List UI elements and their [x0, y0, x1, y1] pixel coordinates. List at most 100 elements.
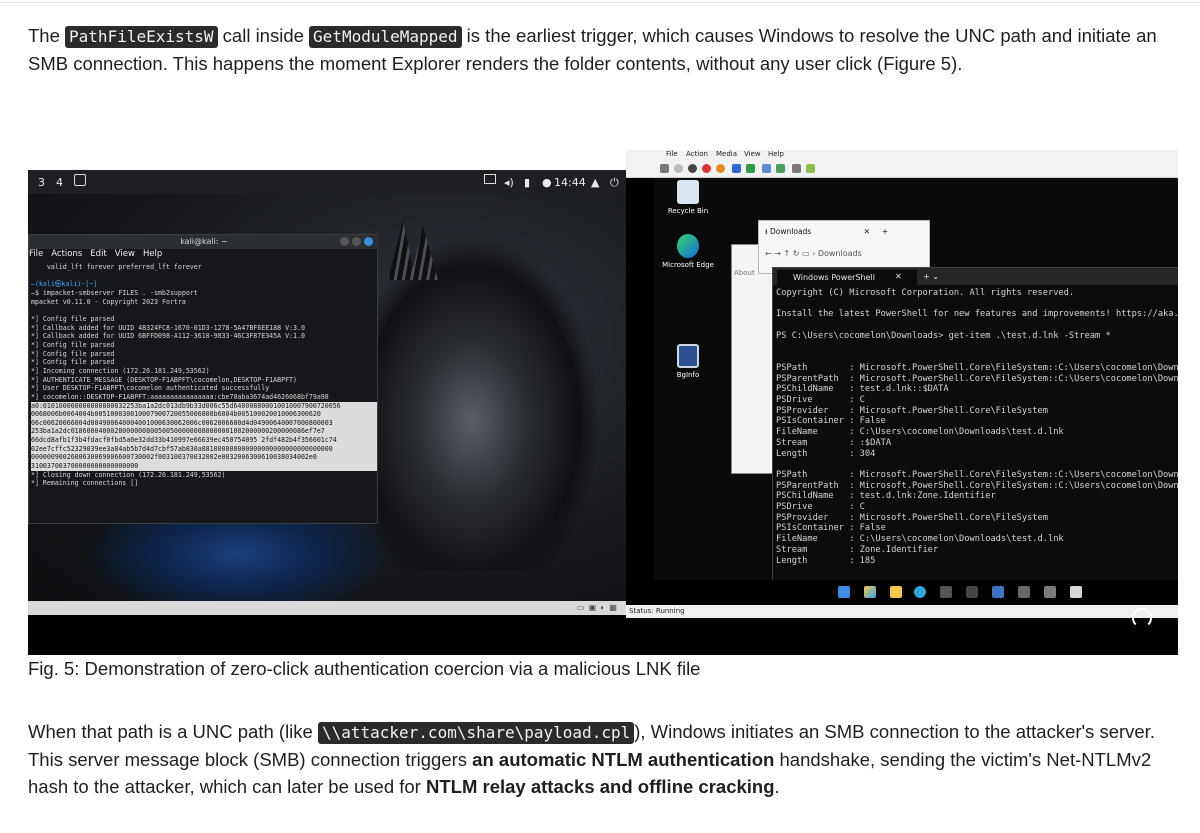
terminal-line: *] AUTHENTICATE_MESSAGE (DESKTOP-F1ABPFT…: [31, 375, 297, 384]
text-segment: The: [28, 25, 66, 46]
menu-actions[interactable]: Actions: [51, 249, 82, 259]
kali-bottom-bar: ▭ ▣ ◐ ▦: [28, 601, 626, 615]
pause-icon[interactable]: [732, 164, 741, 173]
powershell-line: PSPath : Microsoft.PowerShell.Core\FileS…: [776, 362, 1178, 373]
share-icon[interactable]: [806, 164, 815, 173]
app-icon[interactable]: [992, 586, 1004, 598]
shutdown-icon[interactable]: [702, 164, 711, 173]
kali-top-panel: 3 4 ◂) ▮ ● 14:44 ▲ ⏻: [28, 170, 626, 194]
text-segment: .: [774, 776, 780, 797]
workspace-3[interactable]: 3: [38, 176, 45, 189]
close-icon[interactable]: ✕: [864, 227, 870, 236]
terminal-line: *] Config file parsed: [31, 340, 115, 349]
powershell-line: Stream : Zone.Identifier: [776, 544, 939, 555]
clock[interactable]: 14:44: [554, 176, 586, 189]
powershell-line: PSParentPath : Microsoft.PowerShell.Core…: [776, 480, 1178, 491]
power-icon[interactable]: ⏻: [610, 176, 619, 190]
lock-icon[interactable]: ▲: [591, 176, 599, 189]
notification-icon[interactable]: ▮: [524, 176, 530, 189]
turnoff-icon[interactable]: [688, 164, 697, 173]
terminal-line: a0:010100000000000000032253ba1a2dc013db9…: [31, 401, 377, 411]
inline-code-unc-path: \\attacker.com\share\payload.cpl: [317, 722, 635, 744]
new-tab-icon[interactable]: + ⌄: [923, 272, 939, 281]
workspace-4[interactable]: 4: [56, 176, 63, 189]
vm-menu-view[interactable]: View: [744, 150, 761, 158]
edge-label: Microsoft Edge: [662, 261, 714, 269]
menu-file[interactable]: File: [29, 249, 43, 259]
kali-top-strip: [28, 150, 626, 170]
store-icon[interactable]: [940, 586, 952, 598]
kali-terminal-window[interactable]: kali@kali: ~ File Actions Edit View Help val…: [28, 234, 379, 524]
vm-menu-file[interactable]: File: [666, 150, 678, 158]
intro-paragraph: The PathFileExistsW call inside GetModul…: [28, 22, 1178, 77]
edge-icon: [677, 234, 699, 258]
downloads-address-bar[interactable]: ← → ↑ ↻ ▭ › Downloads: [765, 249, 862, 258]
bginfo-label: BgInfo: [676, 371, 700, 379]
widgets-icon[interactable]: [864, 586, 876, 598]
text-segment: call inside: [217, 25, 310, 46]
terminal-taskbar-icon[interactable]: [1070, 586, 1082, 598]
ctrl-alt-del-icon[interactable]: [660, 164, 669, 173]
terminal-output[interactable]: valid_lft forever preferred_lft forever …: [31, 263, 377, 488]
vm-menu-action[interactable]: Action: [686, 150, 708, 158]
enhanced-session-icon[interactable]: [792, 164, 801, 173]
screen-icon[interactable]: [484, 174, 496, 184]
powershell-line: PSProvider : Microsoft.PowerShell.Core\F…: [776, 405, 1048, 416]
menu-edit[interactable]: Edit: [90, 249, 106, 259]
kali-desktop: 3 4 ◂) ▮ ● 14:44 ▲ ⏻ kali@kali: ~ File Ac…: [28, 150, 626, 615]
powershell-line: PSParentPath : Microsoft.PowerShell.Core…: [776, 373, 1178, 384]
downloads-tab[interactable]: ⭳ Downloads ✕ +: [765, 226, 888, 239]
desktop-icon-edge[interactable]: Microsoft Edge: [658, 234, 718, 269]
checkpoint-icon[interactable]: [762, 164, 771, 173]
minimize-icon[interactable]: [340, 237, 349, 246]
app-icon[interactable]: [1018, 586, 1030, 598]
start-icon[interactable]: [838, 586, 850, 598]
menu-view[interactable]: View: [115, 249, 135, 259]
close-tab-icon[interactable]: ✕: [895, 272, 902, 281]
terminal-line: 66dcd8afb1f3b4fdacf0fbd5a0e32dd33b410997…: [31, 436, 377, 445]
powershell-line: FileName : C:\Users\cocomelon\Downloads\…: [776, 534, 1064, 545]
powershell-line: Stream : :$DATA: [776, 437, 892, 448]
windows-taskbar: [654, 580, 1178, 605]
close-icon[interactable]: [364, 237, 373, 246]
powershell-line: Install the latest PowerShell for new fe…: [776, 309, 1178, 320]
reset-icon[interactable]: [746, 164, 755, 173]
vm-menubar: File Action Media View Help: [626, 150, 1178, 160]
desktop-icon-bginfo[interactable]: BgInfo: [658, 344, 718, 379]
edge-taskbar-icon[interactable]: [914, 586, 926, 598]
terminal-line: *] cocomelon::DESKTOP-F1ABPFT:aaaaaaaaaa…: [31, 392, 329, 401]
windows-desktop: Recycle Bin Microsoft Edge BgInfo About …: [654, 178, 1178, 605]
terminal-line: 06c00620066004d0049006400040010006300620…: [31, 418, 377, 428]
inline-code-pathfileexistsw: PathFileExistsW: [65, 26, 218, 48]
vm-menu-help[interactable]: Help: [768, 150, 784, 158]
volume-icon[interactable]: ◂): [504, 176, 514, 189]
desktop-icon-recycle-bin[interactable]: Recycle Bin: [658, 180, 718, 215]
powershell-line: PSDrive : C: [776, 395, 865, 406]
downloads-window[interactable]: ⭳ Downloads ✕ + ← → ↑ ↻ ▭ › Downloads: [758, 220, 930, 274]
vm-menu-media[interactable]: Media: [716, 150, 737, 158]
terminal-line: valid_lft forever preferred_lft forever: [31, 263, 202, 271]
new-tab-icon[interactable]: +: [882, 227, 888, 236]
powershell-line: Length : 185: [776, 555, 876, 566]
file-explorer-icon[interactable]: [890, 586, 902, 598]
terminal-line: *] Callback added for UUID 4B324FC8-1670…: [31, 323, 305, 332]
powershell-line: [776, 459, 1178, 470]
terminal-line: *] Config file parsed: [31, 358, 115, 367]
start-icon[interactable]: [674, 164, 683, 173]
terminal-line: *] Incoming connection (172.26.181.249,5…: [31, 366, 210, 375]
save-icon[interactable]: [716, 164, 725, 173]
maximize-icon[interactable]: [352, 237, 361, 246]
powershell-line: [776, 299, 1178, 310]
powershell-line: PSChildName : test.d.lnk::$DATA: [776, 384, 949, 395]
app-icon[interactable]: [966, 586, 978, 598]
powershell-output[interactable]: Copyright (C) Microsoft Corporation. All…: [776, 288, 1178, 566]
revert-icon[interactable]: [776, 164, 785, 173]
window-icon[interactable]: [74, 174, 86, 186]
app-icon[interactable]: [1044, 586, 1056, 598]
menu-help[interactable]: Help: [143, 249, 162, 259]
powershell-window[interactable]: Windows PowerShell ✕ + ⌄ Copyright (C) M…: [772, 267, 1178, 605]
powershell-line: [776, 320, 1178, 331]
terminal-title: kali@kali: ~: [29, 235, 379, 249]
